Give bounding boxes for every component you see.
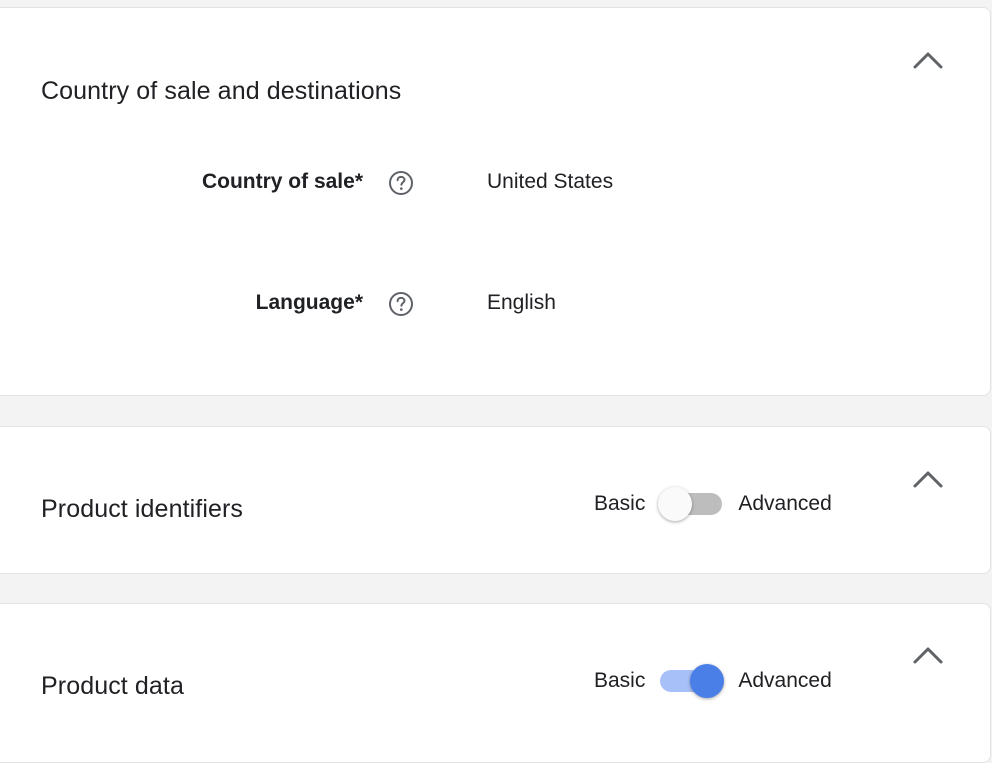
chevron-up-icon xyxy=(913,52,943,69)
collapse-button[interactable] xyxy=(906,44,950,76)
basic-advanced-toggle-group: Basic Advanced xyxy=(594,487,832,521)
country-of-sale-label: Country of sale* xyxy=(201,170,363,193)
language-label: Language* xyxy=(255,291,363,314)
country-of-sale-card: Country of sale and destinations Country… xyxy=(0,7,991,396)
toggle-label-basic: Basic xyxy=(594,669,646,692)
product-identifiers-card: Product identifiers Basic Advanced xyxy=(0,426,991,574)
chevron-up-icon xyxy=(913,647,943,664)
card-title: Country of sale and destinations xyxy=(41,76,402,105)
toggle-label-advanced: Advanced xyxy=(738,669,832,692)
help-circle-icon[interactable] xyxy=(388,291,414,317)
collapse-button[interactable] xyxy=(906,463,950,495)
switch-thumb[interactable] xyxy=(690,664,725,698)
switch-thumb[interactable] xyxy=(658,487,693,521)
basic-advanced-toggle-group: Basic Advanced xyxy=(594,664,832,698)
country-of-sale-value: United States xyxy=(487,170,614,193)
collapse-button[interactable] xyxy=(906,639,950,671)
help-circle-icon[interactable] xyxy=(388,170,414,196)
basic-advanced-switch[interactable] xyxy=(658,487,724,521)
chevron-up-icon xyxy=(913,471,943,488)
toggle-label-basic: Basic xyxy=(594,492,646,515)
card-title: Product data xyxy=(41,671,184,700)
product-data-card: Product data Basic Advanced xyxy=(0,603,991,763)
basic-advanced-switch[interactable] xyxy=(658,664,725,698)
toggle-label-advanced: Advanced xyxy=(738,492,832,515)
card-title: Product identifiers xyxy=(41,494,243,523)
language-value: English xyxy=(487,291,556,314)
